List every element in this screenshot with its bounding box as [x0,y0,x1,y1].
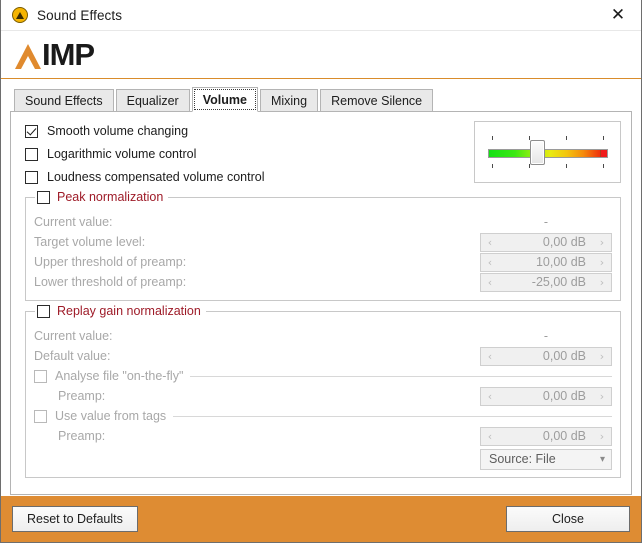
label-replay-default-value: Default value: [34,349,111,363]
tab-strip: Sound Effects Equalizer Volume Mixing Re… [10,87,632,112]
label-use-value-from-tags: Use value from tags [55,409,167,423]
spinner-analyse-preamp[interactable]: ‹ 0,00 dB › [480,386,612,406]
tab-sound-effects[interactable]: Sound Effects [14,89,114,112]
tab-equalizer[interactable]: Equalizer [115,89,190,112]
spinner-decrement-icon[interactable]: ‹ [481,350,499,363]
spinner-decrement-icon[interactable]: ‹ [481,236,499,249]
value-replay-current-value: - [543,329,549,343]
peak-upper-threshold-row: Upper threshold of preamp: ‹ 10,00 dB › [34,252,612,272]
label-peak-target-volume: Target volume level: [34,235,146,249]
checkbox-loudness-compensated[interactable] [25,170,38,184]
spinner-increment-icon[interactable]: › [593,236,611,249]
label-tags-preamp: Preamp: [58,429,106,443]
aimp-wordmark-text: IMP [42,36,95,72]
spinner-decrement-icon[interactable]: ‹ [481,390,499,403]
volume-tab-panel: Smooth volume changing Logarithmic volum… [10,111,632,495]
peak-normalization-header[interactable]: Peak normalization [35,189,169,205]
label-peak-upper-threshold: Upper threshold of preamp: [34,255,187,269]
aimp-wordmark: IMP [15,36,95,73]
label-analyse-preamp: Preamp: [58,389,106,403]
label-peak-current-value: Current value: [34,215,113,229]
spinner-increment-icon[interactable]: › [593,390,611,403]
tab-volume[interactable]: Volume [191,87,258,112]
label-analyse-on-the-fly: Analyse file "on-the-fly" [55,369,184,383]
peak-target-volume-row: Target volume level: ‹ 0,00 dB › [34,232,612,252]
close-button[interactable]: Close [506,506,630,532]
slider-ticks-top [491,136,604,140]
spinner-decrement-icon[interactable]: ‹ [481,430,499,443]
reset-to-defaults-button[interactable]: Reset to Defaults [12,506,138,532]
sound-effects-dialog: Sound Effects ✕ IMP Sound Effects Equali… [0,0,642,543]
checkbox-peak-normalization[interactable] [37,190,50,204]
chevron-down-icon[interactable]: ▾ [600,454,605,465]
spinner-increment-icon[interactable]: › [593,350,611,363]
spinner-peak-upper-threshold[interactable]: ‹ 10,00 dB › [480,252,612,272]
spinner-peak-target-volume[interactable]: ‹ 0,00 dB › [480,232,612,252]
label-logarithmic-volume-control: Logarithmic volume control [47,147,197,161]
volume-balance-slider[interactable] [486,132,610,172]
spinner-decrement-icon[interactable]: ‹ [481,256,499,269]
volume-balance-slider-panel [474,121,621,183]
spinner-increment-icon[interactable]: › [593,256,611,269]
source-dropdown[interactable]: Source: File ▾ [480,448,612,470]
analyse-on-the-fly-header[interactable]: Analyse file "on-the-fly" [34,366,612,386]
label-replay-current-value: Current value: [34,329,113,343]
spinner-value-peak-upper-threshold[interactable]: 10,00 dB [499,255,593,269]
tab-mixing[interactable]: Mixing [259,89,319,112]
tab-remove-silence[interactable]: Remove Silence [320,89,434,112]
aimp-triangle-glyph [16,11,24,19]
aimp-a-triangle-icon [15,43,41,69]
spinner-value-peak-target-volume[interactable]: 0,00 dB [499,235,593,249]
checkbox-logarithmic-volume-control[interactable] [25,147,38,161]
separator-analyse-on-the-fly [190,375,612,377]
spinner-value-tags-preamp[interactable]: 0,00 dB [499,429,593,443]
aimp-logo-icon [12,7,28,23]
spinner-peak-lower-threshold[interactable]: ‹ -25,00 dB › [480,272,612,292]
spinner-increment-icon[interactable]: › [593,430,611,443]
spinner-value-replay-default-value[interactable]: 0,00 dB [499,349,593,363]
checkbox-smooth-volume-changing[interactable] [25,124,38,138]
slider-track[interactable] [487,149,608,158]
spinner-value-peak-lower-threshold[interactable]: -25,00 dB [499,275,593,289]
slider-ticks-bottom [491,164,604,168]
replay-default-value-row: Default value: ‹ 0,00 dB › [34,346,612,366]
source-combo-row: Source: File ▾ [34,448,612,470]
label-peak-normalization: Peak normalization [57,190,164,204]
separator-use-value-from-tags [173,415,612,417]
spinner-decrement-icon[interactable]: ‹ [481,276,499,289]
value-peak-current-value: - [543,215,549,229]
window-title: Sound Effects [37,7,123,23]
replay-gain-group: Replay gain normalization Current value:… [25,303,621,478]
checkbox-analyse-on-the-fly[interactable] [34,369,47,383]
replay-gain-header[interactable]: Replay gain normalization [35,303,206,319]
analyse-preamp-row: Preamp: ‹ 0,00 dB › [34,386,612,406]
spinner-tags-preamp[interactable]: ‹ 0,00 dB › [480,426,612,446]
peak-current-value-row: Current value: - [34,212,612,232]
slider-thumb[interactable] [529,140,545,165]
peak-lower-threshold-row: Lower threshold of preamp: ‹ -25,00 dB › [34,272,612,292]
label-peak-lower-threshold: Lower threshold of preamp: [34,275,187,289]
replay-current-value-row: Current value: - [34,326,612,346]
close-icon[interactable]: ✕ [595,0,641,30]
peak-normalization-group: Peak normalization Current value: - Targ… [25,189,621,301]
label-loudness-compensated: Loudness compensated volume control [47,170,265,184]
brand-header: IMP [1,31,641,79]
label-smooth-volume-changing: Smooth volume changing [47,124,189,138]
spinner-replay-default-value[interactable]: ‹ 0,00 dB › [480,346,612,366]
spinner-increment-icon[interactable]: › [593,276,611,289]
use-value-from-tags-header[interactable]: Use value from tags [34,406,612,426]
label-replay-gain-normalization: Replay gain normalization [57,304,201,318]
title-bar: Sound Effects ✕ [1,0,641,31]
slider-track-redzone [599,150,607,157]
tags-preamp-row: Preamp: ‹ 0,00 dB › [34,426,612,446]
spinner-value-analyse-preamp[interactable]: 0,00 dB [499,389,593,403]
checkbox-replay-gain-normalization[interactable] [37,304,50,318]
dialog-footer: Reset to Defaults Close [1,495,641,542]
dialog-body: Sound Effects Equalizer Volume Mixing Re… [1,79,641,495]
checkbox-use-value-from-tags[interactable] [34,409,47,423]
source-dropdown-value: Source: File [489,452,556,466]
